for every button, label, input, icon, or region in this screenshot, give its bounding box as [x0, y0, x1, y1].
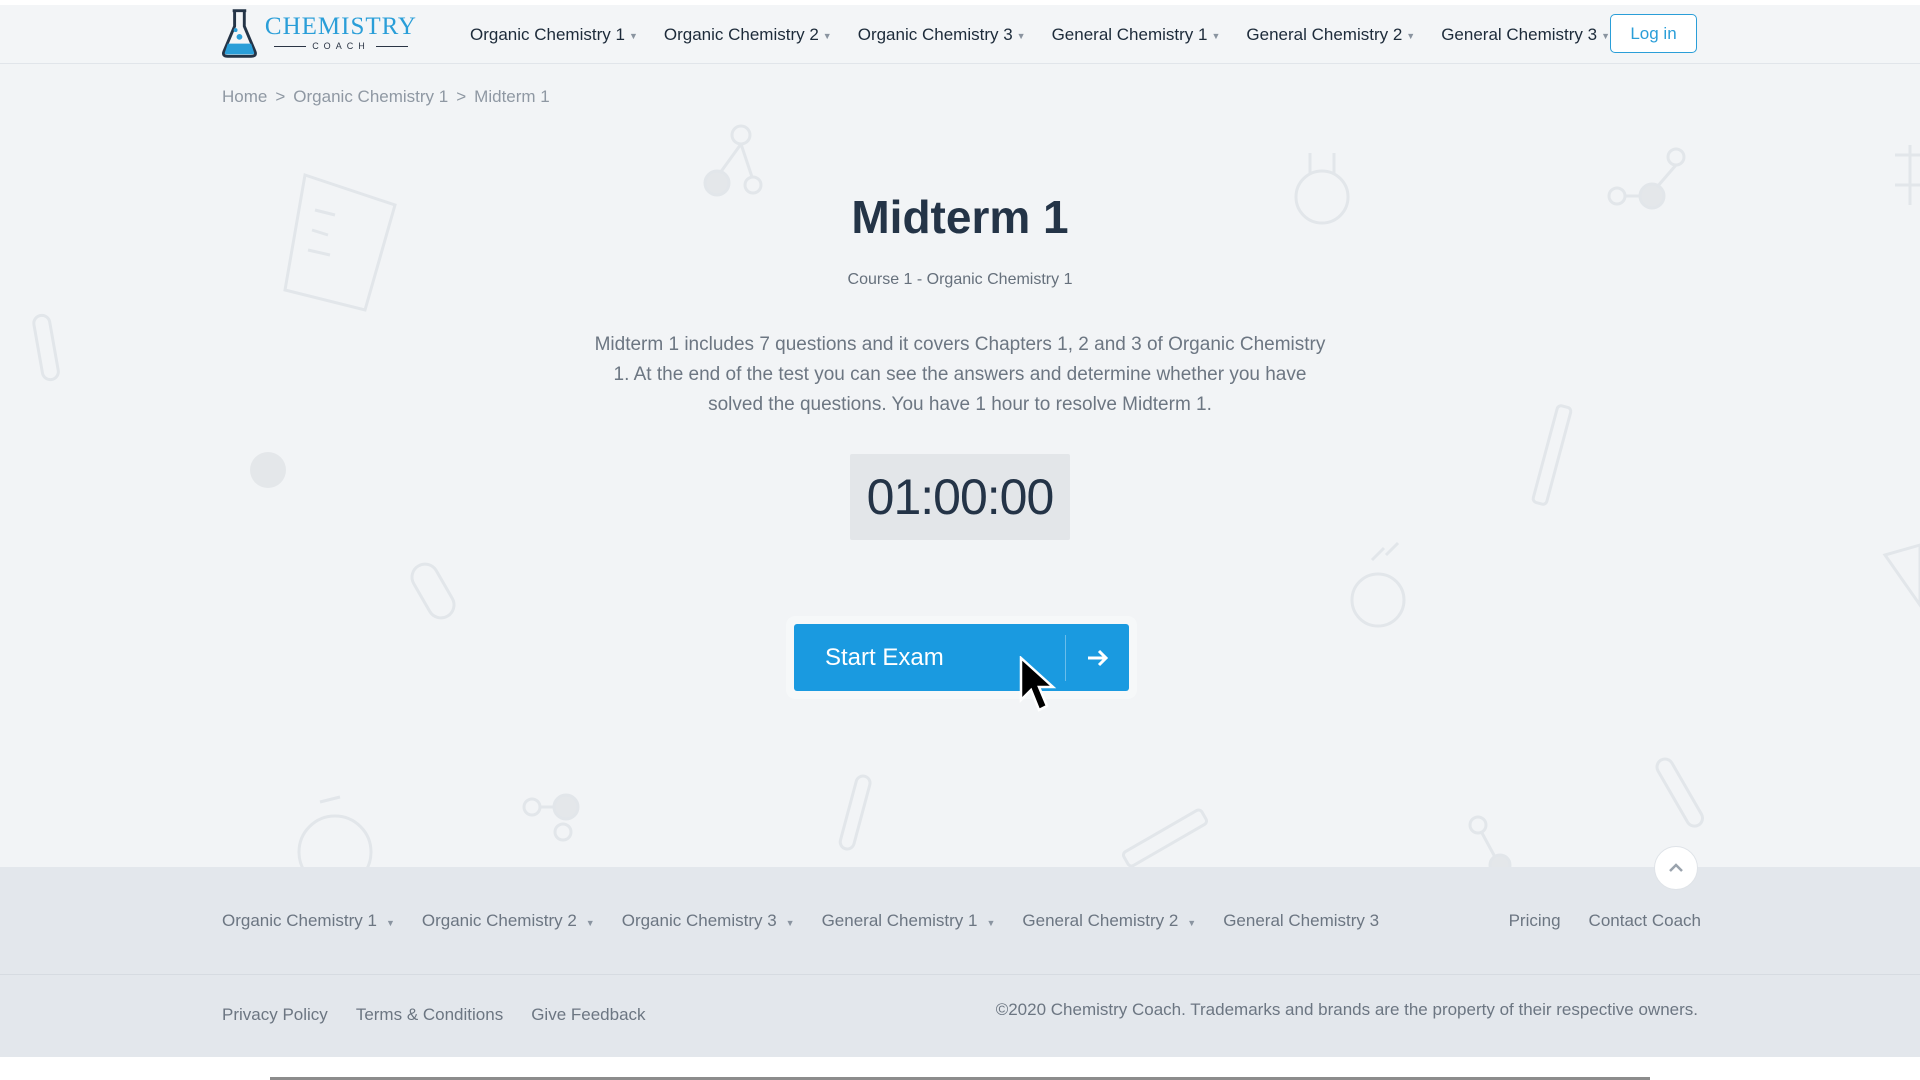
nav-general-chemistry-1[interactable]: General Chemistry 1 ▼: [1052, 25, 1221, 45]
chevron-up-icon: [1669, 863, 1683, 872]
main-nav: Organic Chemistry 1 ▼ Organic Chemistry …: [470, 5, 1636, 64]
chevron-down-icon: ▼: [1016, 31, 1026, 41]
logo-tagline: COACH: [268, 40, 414, 52]
breadcrumb-course[interactable]: Organic Chemistry 1: [293, 87, 448, 107]
footer-organic-chemistry-3[interactable]: Organic Chemistry 3 ▼: [622, 911, 795, 931]
footer-general-chemistry-1[interactable]: General Chemistry 1 ▼: [822, 911, 996, 931]
footer-nav-label: Organic Chemistry 2: [421, 911, 577, 930]
page: CHEMISTRY COACH Organic Chemistry 1 ▼ Or…: [0, 5, 1920, 1057]
chevron-down-icon: ▼: [822, 31, 832, 41]
chevron-down-icon: ▼: [1601, 31, 1611, 41]
chevron-down-icon: ▼: [1211, 31, 1221, 41]
chevron-down-icon: ▼: [628, 31, 638, 41]
give-feedback-link[interactable]: Give Feedback: [531, 1005, 645, 1025]
breadcrumb: Home > Organic Chemistry 1 > Midterm 1: [222, 87, 550, 107]
test-tube-icon: [32, 313, 60, 382]
logo-wordmark: CHEMISTRY: [264, 13, 417, 40]
bubble-icon: [250, 452, 286, 488]
chevron-down-icon: ▼: [385, 917, 395, 928]
footer-legal-section: Privacy Policy Terms & Conditions Give F…: [0, 975, 1920, 1057]
molecule-icon: [730, 124, 752, 146]
footer-links-right: Pricing Contact Coach: [1481, 911, 1701, 931]
nav-organic-chemistry-3[interactable]: Organic Chemistry 3 ▼: [858, 25, 1026, 45]
breadcrumb-current: Midterm 1: [474, 87, 550, 106]
chevron-down-icon: ▼: [785, 917, 795, 928]
footer-general-chemistry-3[interactable]: General Chemistry 3: [1223, 911, 1379, 931]
nav-organic-chemistry-2[interactable]: Organic Chemistry 2 ▼: [664, 25, 832, 45]
logo-text: CHEMISTRY COACH: [265, 14, 417, 52]
chevron-down-icon: ▼: [585, 917, 595, 928]
copyright-text: ©2020 Chemistry Coach. Trademarks and br…: [995, 1000, 1698, 1019]
footer-organic-chemistry-1[interactable]: Organic Chemistry 1 ▼: [222, 911, 395, 931]
breadcrumb-home[interactable]: Home: [222, 87, 267, 107]
nav-label: General Chemistry 1: [1051, 24, 1208, 44]
footer-general-chemistry-2[interactable]: General Chemistry 2 ▼: [1022, 911, 1196, 931]
arrow-right-icon: [1066, 649, 1129, 667]
nav-label: Organic Chemistry 1: [470, 24, 625, 44]
chevron-down-icon: ▼: [1187, 917, 1197, 928]
chemistry-coach-logo[interactable]: CHEMISTRY COACH: [222, 7, 417, 59]
footer-nav-label: Organic Chemistry 1: [222, 911, 377, 930]
footer-nav-label: General Chemistry 3: [1223, 911, 1380, 930]
nav-general-chemistry-2[interactable]: General Chemistry 2 ▼: [1246, 25, 1415, 45]
pricing-link[interactable]: Pricing: [1509, 911, 1561, 931]
chevron-down-icon: ▼: [986, 917, 996, 928]
flask-logo-icon: [222, 9, 257, 58]
footer-nav-section: Organic Chemistry 1 ▼ Organic Chemistry …: [0, 867, 1920, 975]
site-header: CHEMISTRY COACH Organic Chemistry 1 ▼ Or…: [0, 5, 1920, 64]
footer-nav-label: Organic Chemistry 3: [621, 911, 777, 930]
nav-label: Organic Chemistry 3: [857, 24, 1013, 44]
page-title: Midterm 1: [851, 191, 1069, 243]
pencil-icon: [1531, 404, 1573, 506]
footer-nav-label: General Chemistry 1: [821, 911, 978, 930]
nav-label: General Chemistry 3: [1441, 24, 1598, 44]
footer-organic-chemistry-2[interactable]: Organic Chemistry 2 ▼: [422, 911, 595, 931]
course-subtitle: Course 1 - Organic Chemistry 1: [847, 271, 1073, 288]
start-exam-button[interactable]: Start Exam: [794, 624, 1129, 691]
login-button[interactable]: Log in: [1610, 14, 1697, 53]
contact-coach-link[interactable]: Contact Coach: [1589, 911, 1701, 931]
nav-organic-chemistry-1[interactable]: Organic Chemistry 1 ▼: [470, 25, 638, 45]
footer-nav-label: General Chemistry 2: [1022, 911, 1179, 930]
chevron-down-icon: ▼: [1406, 31, 1416, 41]
back-to-top-button[interactable]: [1654, 846, 1698, 890]
breadcrumb-separator: >: [275, 87, 286, 106]
terms-conditions-link[interactable]: Terms & Conditions: [356, 1005, 503, 1025]
privacy-policy-link[interactable]: Privacy Policy: [222, 1005, 328, 1025]
nav-label: Organic Chemistry 2: [663, 24, 819, 44]
mouse-cursor-icon: [1019, 656, 1057, 712]
breadcrumb-separator: >: [456, 87, 467, 106]
nav-general-chemistry-3[interactable]: General Chemistry 3 ▼: [1441, 25, 1610, 45]
exam-timer: 01:00:00: [850, 454, 1070, 540]
nav-label: General Chemistry 2: [1246, 24, 1403, 44]
legal-links: Privacy Policy Terms & Conditions Give F…: [222, 1005, 674, 1025]
footer-nav: Organic Chemistry 1 ▼ Organic Chemistry …: [222, 911, 1406, 931]
capsule-icon: [410, 562, 456, 620]
exam-description: Midterm 1 includes 7 questions and it co…: [594, 334, 1326, 415]
